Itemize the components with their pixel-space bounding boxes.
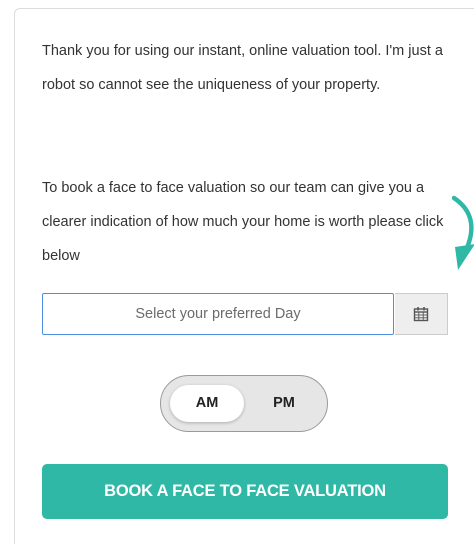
book-valuation-button[interactable]: BOOK A FACE TO FACE VALUATION [42, 464, 448, 519]
calendar-icon [413, 307, 429, 322]
preferred-day-input[interactable] [42, 293, 394, 335]
am-option[interactable]: AM [170, 385, 244, 422]
booking-instructions: To book a face to face valuation so our … [42, 180, 444, 264]
pm-option[interactable]: PM [249, 385, 319, 422]
intro-paragraph: Thank you for using our instant, online … [42, 43, 443, 93]
calendar-button[interactable] [395, 293, 448, 335]
curved-arrow-icon [452, 195, 474, 270]
am-pm-toggle: AM PM [160, 375, 328, 432]
day-picker [42, 293, 448, 335]
